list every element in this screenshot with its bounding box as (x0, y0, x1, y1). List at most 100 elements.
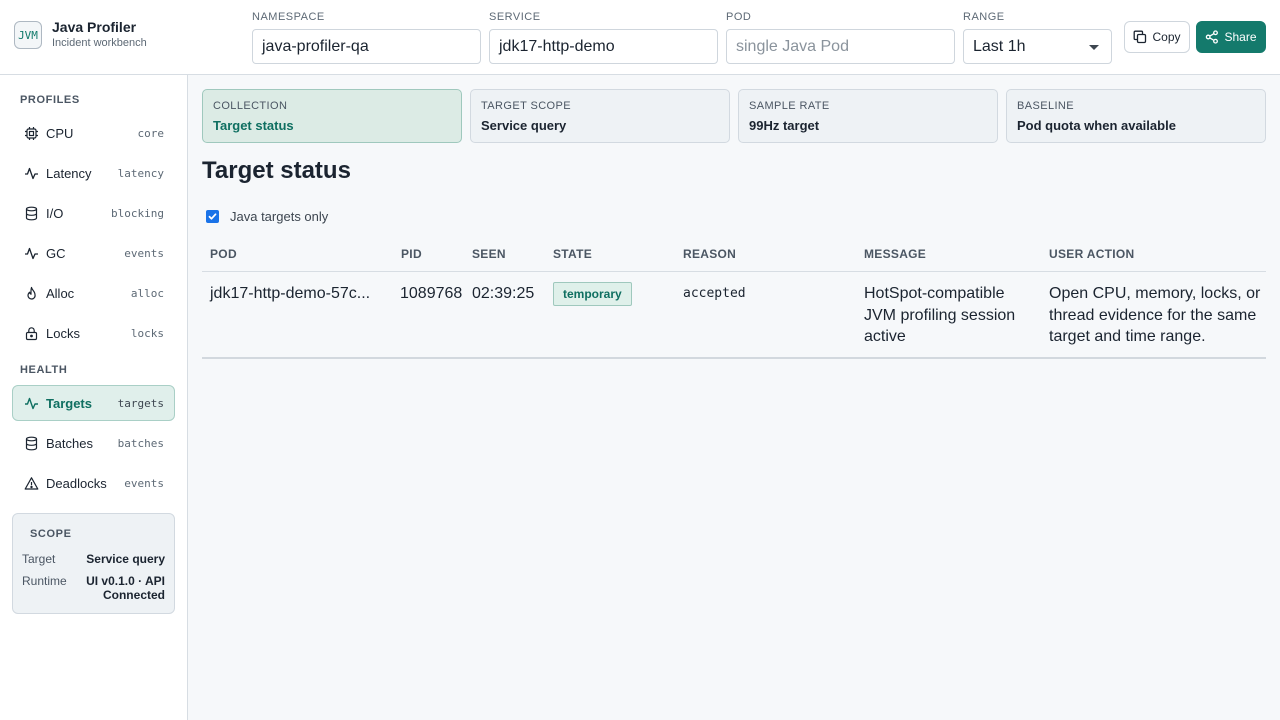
cell-user-action-line: Open CPU, memory, locks, or (1049, 285, 1261, 302)
pulse-icon (23, 395, 39, 411)
cell-user-action-line: thread evidence for the same (1049, 306, 1257, 324)
cpu-icon (23, 125, 39, 141)
jvm-logo-icon: JVM (14, 21, 42, 49)
range-field: RANGE Last 1h (963, 11, 1112, 64)
service-input[interactable]: jdk17-http-demo (489, 29, 718, 64)
health-section-title: HEALTH (20, 364, 68, 376)
cell-seen: 02:39:25 (472, 285, 535, 302)
card-value: Target status (213, 118, 294, 133)
sidebar-item-tag: targets (117, 396, 164, 410)
sidebar-item-io[interactable]: I/O blocking (12, 195, 175, 231)
java-targets-label: Java targets only (230, 209, 329, 224)
sidebar-item-alloc[interactable]: Alloc alloc (12, 275, 175, 311)
cell-reason: accepted (683, 286, 746, 301)
namespace-field: NAMESPACE java-profiler-qa (252, 11, 481, 64)
share-button[interactable]: Share (1196, 21, 1266, 53)
column-header-message[interactable]: MESSAGE (864, 247, 926, 261)
sidebar-item-label: Deadlocks (46, 475, 107, 491)
sidebar-item-label: GC (46, 245, 66, 261)
range-label: RANGE (963, 11, 1005, 23)
cell-user-action: Open CPU, memory, locks, or thread evide… (1049, 283, 1264, 348)
scope-target-row: Target Service query (22, 552, 165, 566)
card-label: SAMPLE RATE (749, 100, 830, 112)
sidebar-item-batches[interactable]: Batches batches (12, 425, 175, 461)
card-collection[interactable]: COLLECTION Target status (202, 89, 462, 143)
scope-runtime-line: Connected (102, 588, 165, 602)
copy-icon (1134, 30, 1147, 44)
java-targets-filter[interactable]: Java targets only (206, 209, 328, 224)
sidebar-item-targets[interactable]: Targets targets (12, 385, 175, 421)
sidebar-item-label: Targets (46, 395, 92, 411)
sidebar-item-label: CPU (46, 125, 74, 141)
pulse-icon (23, 245, 39, 261)
range-select[interactable]: Last 1h (963, 29, 1112, 64)
namespace-label: NAMESPACE (252, 11, 325, 23)
card-label: COLLECTION (213, 100, 288, 112)
pod-input[interactable]: single Java Pod (726, 29, 955, 64)
namespace-input[interactable]: java-profiler-qa (252, 29, 481, 64)
sidebar-item-tag: alloc (130, 286, 164, 300)
app-title: Java Profiler (52, 19, 137, 35)
column-header-pid[interactable]: PID (401, 247, 422, 261)
sidebar-item-tag: locks (130, 326, 164, 340)
cell-message-line: JVM profiling session (864, 306, 1016, 324)
warning-icon (23, 475, 39, 491)
sidebar-item-tag: blocking (111, 206, 164, 220)
card-target-scope[interactable]: TARGET SCOPE Service query (470, 89, 730, 143)
column-header-reason[interactable]: REASON (683, 247, 736, 261)
sidebar-item-label: I/O (46, 205, 64, 221)
checkmark-icon (208, 213, 217, 220)
sidebar-item-tag: events (124, 246, 164, 260)
sidebar-item-latency[interactable]: Latency latency (12, 155, 175, 191)
sidebar-item-locks[interactable]: Locks locks (12, 315, 175, 351)
sidebar-item-deadlocks[interactable]: Deadlocks events (12, 465, 175, 501)
page-title: Target status (202, 157, 351, 184)
card-sample-rate[interactable]: SAMPLE RATE 99Hz target (738, 89, 998, 143)
service-label: SERVICE (489, 11, 541, 23)
range-value: Last 1h (973, 38, 1026, 55)
sidebar-item-tag: latency (117, 166, 164, 180)
card-label: TARGET SCOPE (481, 100, 571, 112)
sidebar-item-tag: events (124, 476, 164, 490)
cell-pod: jdk17-http-demo-57c... (210, 285, 371, 302)
cell-message-line: HotSpot-compatible (864, 285, 1005, 302)
scope-panel: SCOPE Target Service query Runtime UI v0… (12, 513, 175, 614)
app-subtitle: Incident workbench (52, 37, 147, 49)
share-label: Share (1224, 30, 1257, 44)
column-header-state[interactable]: STATE (553, 247, 592, 261)
cell-message: HotSpot-compatible JVM profiling session… (864, 283, 1044, 348)
sidebar-item-label: Latency (46, 165, 92, 181)
cell-message-line: active (864, 328, 906, 345)
card-value: 99Hz target (749, 118, 820, 133)
share-icon (1206, 30, 1219, 44)
profiles-section-title: PROFILES (20, 94, 80, 106)
scope-target-key: Target (22, 552, 56, 566)
scope-runtime-key: Runtime (22, 574, 67, 588)
sidebar-item-label: Locks (46, 325, 80, 341)
service-field: SERVICE jdk17-http-demo (489, 11, 718, 64)
database-icon (23, 435, 39, 451)
sidebar-item-label: Alloc (46, 285, 75, 301)
database-icon (23, 205, 39, 221)
top-bar: JVM Java Profiler Incident workbench NAM… (0, 0, 1280, 75)
status-badge: temporary (553, 282, 632, 306)
pod-label: POD (726, 11, 752, 23)
column-header-seen[interactable]: SEEN (472, 247, 506, 261)
sidebar-item-tag: core (137, 126, 165, 140)
column-header-pod[interactable]: POD (210, 247, 237, 261)
sidebar-item-cpu[interactable]: CPU core (12, 115, 175, 151)
copy-button[interactable]: Copy (1124, 21, 1190, 53)
pulse-icon (23, 165, 39, 181)
column-header-user-action[interactable]: USER ACTION (1049, 247, 1135, 261)
java-targets-checkbox[interactable] (206, 210, 219, 223)
lock-icon (23, 325, 39, 341)
scope-title: SCOPE (30, 528, 72, 540)
card-value: Service query (481, 118, 567, 133)
sidebar: PROFILES CPU core Latency latency I/O bl… (0, 75, 188, 720)
copy-label: Copy (1152, 30, 1181, 44)
cell-user-action-line: target and time range. (1049, 328, 1206, 345)
sidebar-item-label: Batches (46, 435, 93, 451)
scope-runtime-line: UI v0.1.0 · API (86, 574, 165, 588)
card-baseline[interactable]: BASELINE Pod quota when available (1006, 89, 1266, 143)
sidebar-item-gc[interactable]: GC events (12, 235, 175, 271)
